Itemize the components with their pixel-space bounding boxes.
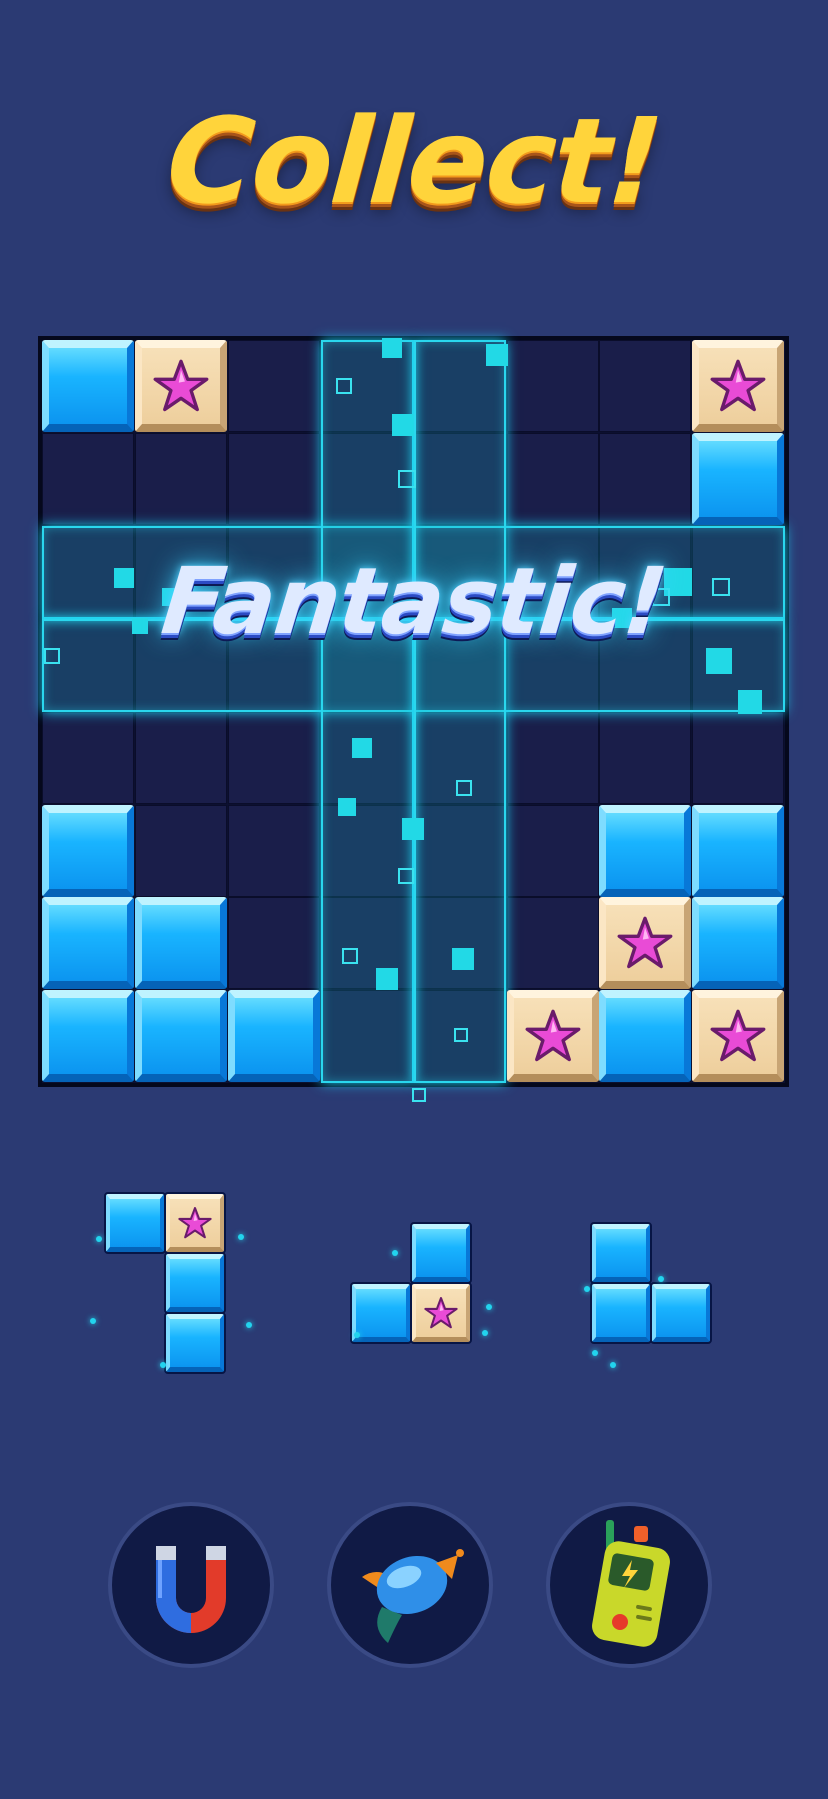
- board-cell: [599, 340, 692, 432]
- board-cell: [692, 711, 785, 804]
- blue-block: [42, 340, 134, 432]
- piece-blue-block: [164, 1312, 226, 1374]
- star-icon: [710, 1009, 766, 1062]
- piece-star-block: [410, 1282, 472, 1344]
- sparkle-particle: [454, 1028, 468, 1042]
- sparkle-dot: [354, 1332, 360, 1338]
- sparkle-dot: [658, 1276, 664, 1282]
- sparkle-dot: [238, 1234, 244, 1240]
- board-cell: [227, 804, 320, 897]
- star-block: [692, 990, 785, 1083]
- board-cell: [599, 432, 692, 525]
- board-cell: [227, 432, 320, 525]
- sparkle-particle: [338, 798, 356, 816]
- star-icon: [525, 1009, 580, 1062]
- walkie-talkie-icon: [592, 1520, 670, 1647]
- rocket-booster[interactable]: [327, 1502, 493, 1668]
- walkie-talkie-booster[interactable]: [546, 1502, 712, 1668]
- sparkle-particle: [392, 414, 414, 436]
- sparkle-dot: [592, 1350, 598, 1356]
- sparkle-dot: [392, 1250, 398, 1256]
- title-text: Collect!: [162, 92, 666, 230]
- sparkle-dot: [96, 1236, 102, 1242]
- board-cell: [599, 711, 692, 804]
- blue-block: [599, 804, 692, 897]
- board-cell: [506, 897, 599, 990]
- sparkle-dot: [482, 1330, 488, 1336]
- piece-blue-block: [590, 1222, 652, 1284]
- sparkle-dot: [90, 1318, 96, 1324]
- star-icon: [178, 1207, 212, 1239]
- sparkle-particle: [412, 1088, 426, 1102]
- sparkle-particle: [336, 378, 352, 394]
- board-grid: [42, 338, 786, 1102]
- board-cell: [134, 711, 227, 804]
- piece-blue-block: [590, 1282, 652, 1344]
- board-cell: [506, 340, 599, 432]
- sparkle-particle: [452, 948, 474, 970]
- board-cell: [42, 432, 134, 525]
- blue-block: [134, 897, 227, 990]
- sparkle-particle: [402, 818, 424, 840]
- board-cell: [506, 711, 599, 804]
- board-cell: [227, 897, 320, 990]
- sparkle-dot: [246, 1322, 252, 1328]
- board-cell: [506, 432, 599, 525]
- star-block: [506, 990, 599, 1083]
- sparkle-particle: [342, 948, 358, 964]
- sparkle-particle: [352, 738, 372, 758]
- blue-block: [692, 897, 785, 990]
- blue-block: [42, 990, 134, 1083]
- piece-star-block: [164, 1192, 226, 1254]
- star-block: [692, 340, 785, 432]
- piece-blue-block: [164, 1252, 226, 1314]
- star-icon: [153, 359, 209, 412]
- board-cell: [227, 711, 320, 804]
- sparkle-dot: [486, 1304, 492, 1310]
- sparkle-particle: [738, 690, 762, 714]
- board-cell: [227, 340, 320, 432]
- blue-block: [134, 990, 227, 1083]
- sparkle-dot: [160, 1362, 166, 1368]
- sparkle-particle: [486, 344, 508, 366]
- blue-block: [599, 990, 692, 1083]
- combo-popup-text: Fantastic!: [157, 548, 671, 655]
- piece-blue-block: [104, 1192, 166, 1254]
- blue-block: [42, 897, 134, 990]
- cleared-column-highlight: [320, 340, 414, 1084]
- magnet-icon: [156, 1546, 226, 1633]
- board-cell: [134, 804, 227, 897]
- blue-block: [42, 804, 134, 897]
- star-icon: [710, 359, 766, 412]
- cleared-column-highlight: [413, 340, 507, 1084]
- piece-blue-block: [410, 1222, 472, 1284]
- piece-blue-block: [350, 1282, 412, 1344]
- sparkle-dot: [584, 1286, 590, 1292]
- board-cell: [134, 432, 227, 525]
- sparkle-particle: [398, 868, 414, 884]
- star-block: [134, 340, 227, 432]
- blue-block: [227, 990, 320, 1083]
- sparkle-particle: [376, 968, 398, 990]
- board-cell: [42, 711, 134, 804]
- blue-block: [692, 804, 785, 897]
- star-block: [599, 897, 692, 990]
- star-icon: [424, 1297, 458, 1329]
- board-cell: [506, 804, 599, 897]
- rocket-icon: [362, 1549, 464, 1643]
- sparkle-dot: [610, 1362, 616, 1368]
- sparkle-particle: [382, 338, 402, 358]
- game-board[interactable]: [38, 336, 789, 1102]
- star-icon: [617, 917, 673, 969]
- magnet-booster[interactable]: [108, 1502, 274, 1668]
- sparkle-particle: [456, 780, 472, 796]
- blue-block: [692, 432, 785, 525]
- sparkle-particle: [398, 470, 416, 488]
- piece-blue-block: [650, 1282, 712, 1344]
